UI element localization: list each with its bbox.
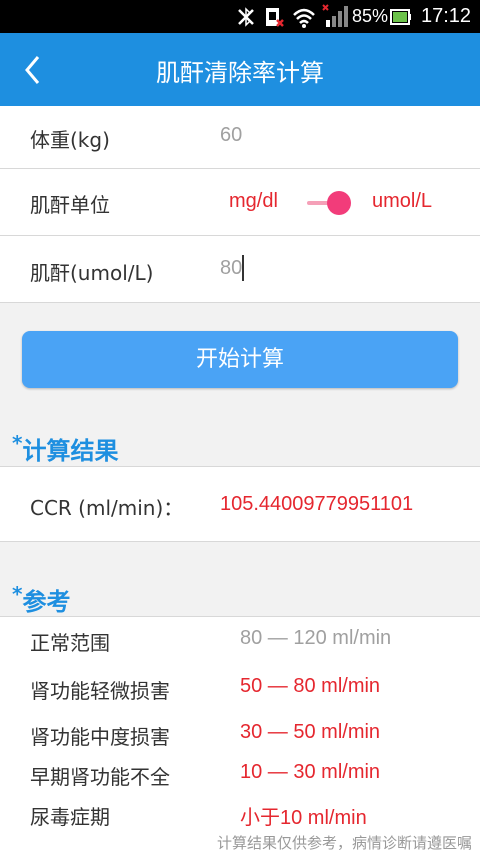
- weight-row: 体重(kg) 60: [0, 106, 480, 169]
- unit-option-mgdl[interactable]: mg/dl: [229, 190, 278, 213]
- list-item: 肾功能轻微损害 50 — 80 ml/min: [0, 667, 480, 707]
- reference-value: 30 — 50 ml/min: [240, 721, 381, 743]
- disclaimer-note: 计算结果仅供参考，病情诊断请遵医嘱: [216, 834, 472, 852]
- reference-value: 10 — 30 ml/min: [240, 761, 381, 783]
- bluetooth-off-icon: [238, 7, 254, 27]
- battery-icon: [390, 9, 411, 25]
- text-cursor: [242, 255, 244, 281]
- reference-value: 小于10 ml/min: [240, 807, 367, 829]
- battery-percent: 85%: [352, 6, 389, 26]
- app-bar: 肌酐清除率计算: [0, 33, 480, 106]
- reference-title-text: 参考: [22, 588, 71, 616]
- reference-label: 肾功能中度损害: [30, 725, 170, 749]
- weight-label: 体重(kg): [30, 128, 110, 152]
- ccr-label: CCR (ml/min)：: [30, 496, 184, 520]
- unit-option-umol[interactable]: umol/L: [372, 190, 432, 213]
- result-star: *: [12, 431, 23, 455]
- reference-label: 正常范围: [30, 631, 110, 655]
- creatinine-label: 肌酐(umol/L): [30, 261, 154, 285]
- calculate-button[interactable]: 开始计算: [22, 331, 458, 388]
- reference-value: 80 — 120 ml/min: [240, 627, 392, 649]
- status-bar: 85% 17:12: [0, 0, 480, 33]
- reference-section-title: *参考: [12, 582, 70, 617]
- footer: 计算结果仅供参考，病情诊断请遵医嘱: [0, 830, 480, 853]
- list-item: 肾功能中度损害 30 — 50 ml/min: [0, 713, 480, 753]
- reference-label: 尿毒症期: [30, 805, 110, 829]
- page-title: 肌酐清除率计算: [156, 59, 324, 87]
- list-item: 正常范围 80 — 120 ml/min: [0, 619, 480, 659]
- result-title-text: 计算结果: [22, 437, 119, 465]
- reference-label: 肾功能轻微损害: [30, 679, 170, 703]
- creatinine-input[interactable]: 80: [220, 257, 242, 280]
- unit-switch-thumb[interactable]: [327, 191, 351, 215]
- result-section-title: *计算结果: [12, 431, 118, 466]
- unit-label: 肌酐单位: [30, 193, 110, 217]
- wifi-icon: [293, 8, 315, 28]
- reference-star: *: [12, 582, 23, 606]
- ccr-value: 105.44009779951101: [220, 493, 414, 515]
- list-item: 早期肾功能不全 10 — 30 ml/min: [0, 753, 480, 793]
- reference-list: 正常范围 80 — 120 ml/min 肾功能轻微损害 50 — 80 ml/…: [0, 616, 480, 831]
- sim-icon: [266, 8, 284, 27]
- reference-value: 50 — 80 ml/min: [240, 675, 381, 697]
- reference-label: 早期肾功能不全: [30, 765, 170, 789]
- unit-row: 肌酐单位 mg/dl umol/L: [0, 169, 480, 236]
- creatinine-row: 肌酐(umol/L) 80: [0, 236, 480, 303]
- list-item: 尿毒症期 小于10 ml/min: [0, 793, 480, 833]
- result-row: CCR (ml/min)： 105.44009779951101: [0, 466, 480, 542]
- signal-icon: [322, 4, 348, 27]
- weight-input[interactable]: 60: [220, 124, 242, 147]
- clock: 17:12: [421, 5, 472, 27]
